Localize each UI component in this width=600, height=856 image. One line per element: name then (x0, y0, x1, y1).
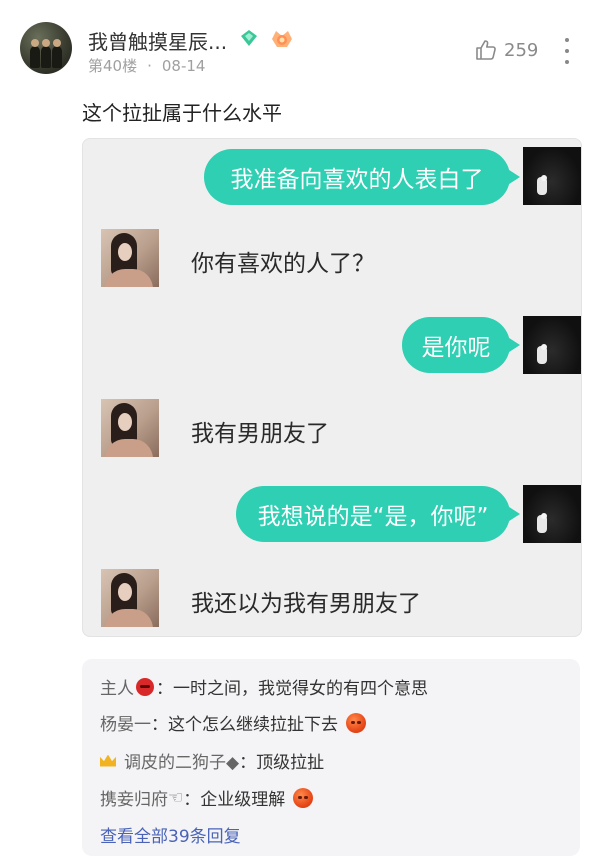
reply-author[interactable]: 调皮的二狗子◆ (124, 748, 239, 773)
reply-author[interactable]: 主人 (100, 674, 134, 699)
reply-author[interactable]: 携妾归府 (100, 785, 168, 810)
level-badge-icon (272, 31, 292, 47)
receiver-avatar (101, 229, 159, 287)
reply-item[interactable]: 主人 ：一时之间，我觉得女的有四个意思 (100, 674, 428, 699)
view-all-replies-link[interactable]: 查看全部39条回复 (100, 822, 241, 847)
receiver-avatar (101, 569, 159, 627)
post-meta: 第40楼 · 08-14 (88, 55, 205, 76)
thumb-up-icon (476, 40, 496, 60)
username[interactable]: 我曾触摸星辰... (88, 26, 227, 55)
chat-bubble-sent: 是你呢 (402, 317, 520, 373)
angry-emoji-icon (293, 787, 314, 808)
post-text: 这个拉扯属于什么水平 (82, 101, 282, 125)
meta-separator: · (147, 57, 152, 75)
post-date: 08-14 (161, 57, 206, 75)
like-count: 259 (504, 39, 539, 61)
chat-screenshot[interactable]: 我准备向喜欢的人表白了 你有喜欢的人了？ 是你呢 我有男朋友了 我想说的是“是，… (82, 138, 582, 637)
angry-emoji-icon (346, 712, 366, 733)
reply-preview[interactable]: 主人 ：一时之间，我觉得女的有四个意思 杨晏一 ：这个怎么继续拉扯下去 调皮的二… (82, 659, 580, 856)
reply-author[interactable]: 杨晏一 (100, 710, 151, 735)
chat-message-received: 我还以为我有男朋友了 (191, 591, 421, 617)
chat-message-received: 我有男朋友了 (191, 421, 329, 447)
diamond-badge-icon (241, 30, 257, 46)
more-vertical-icon[interactable] (559, 38, 575, 64)
chat-bubble-sent: 我准备向喜欢的人表白了 (204, 149, 520, 205)
floor-number: 第40楼 (88, 57, 138, 75)
receiver-avatar (101, 399, 159, 457)
reply-text: ：这个怎么继续拉扯下去 (151, 715, 338, 735)
chat-bubble-sent: 我想说的是“是，你呢” (236, 486, 520, 542)
reply-item[interactable]: 调皮的二狗子◆ ：顶级拉扯 (100, 748, 324, 773)
user-avatar[interactable] (20, 22, 72, 74)
reply-text: ：企业级理解 (183, 790, 286, 810)
sender-avatar (523, 316, 581, 374)
reply-text: ：顶级拉扯 (239, 753, 325, 773)
chat-message-received: 你有喜欢的人了？ (191, 251, 375, 277)
devil-emoji-icon (136, 677, 154, 696)
reply-text: ：一时之间，我觉得女的有四个意思 (156, 679, 428, 699)
like-button[interactable]: 259 (474, 37, 538, 63)
sender-avatar (523, 147, 581, 205)
pointing-hand-icon: ☜ (168, 787, 184, 808)
crown-icon (100, 754, 116, 767)
reply-item[interactable]: 携妾归府 ☜ ：企业级理解 (100, 785, 316, 810)
reply-item[interactable]: 杨晏一 ：这个怎么继续拉扯下去 (100, 710, 369, 735)
sender-avatar (523, 485, 581, 543)
